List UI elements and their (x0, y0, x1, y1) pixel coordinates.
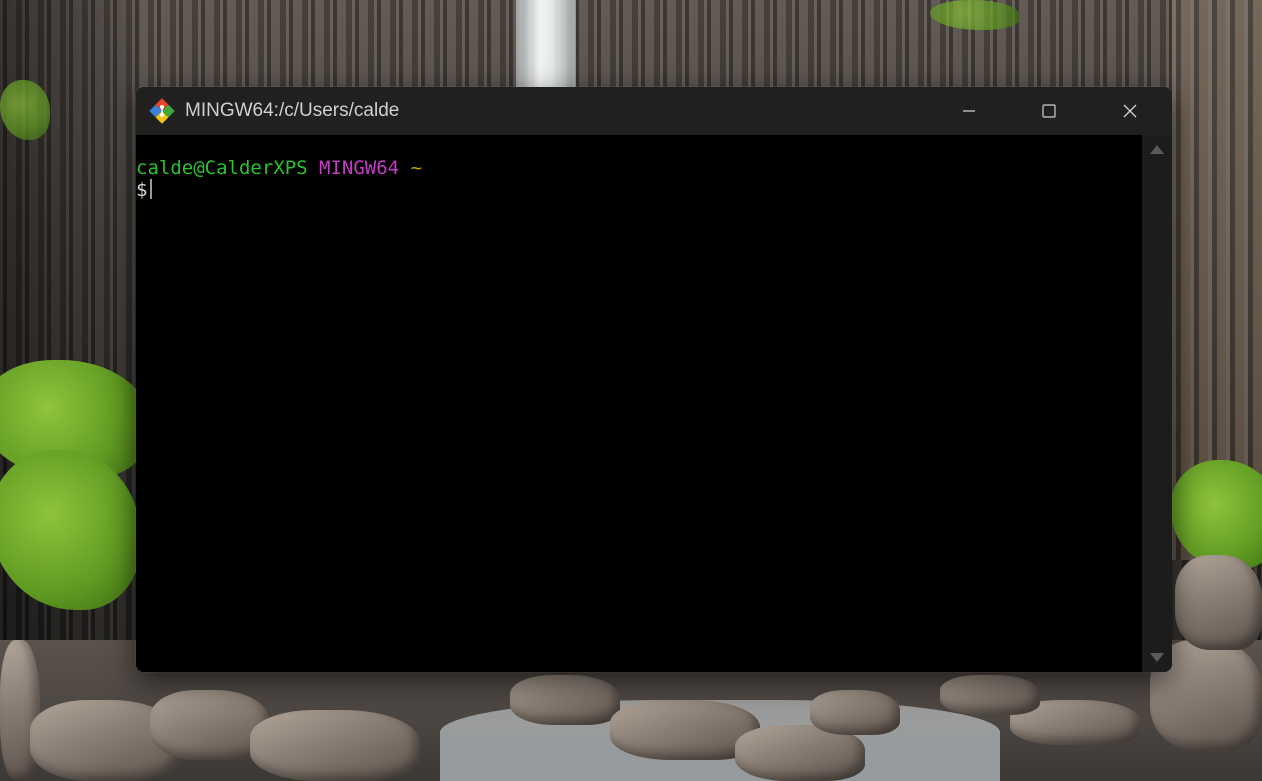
prompt-symbol: $ (136, 179, 148, 201)
chevron-up-icon[interactable] (1150, 145, 1164, 154)
minimize-button[interactable] (929, 87, 1009, 135)
prompt-user: calde@CalderXPS (136, 157, 308, 179)
input-line[interactable]: $ (136, 179, 1142, 201)
text-cursor (150, 179, 153, 199)
maximize-button[interactable] (1009, 87, 1089, 135)
window-title: MINGW64:/c/Users/calde (185, 100, 400, 121)
title-bar[interactable]: MINGW64:/c/Users/calde (136, 87, 1172, 135)
git-bash-icon (148, 97, 176, 125)
minimize-icon (963, 110, 975, 112)
prompt-directory: ~ (410, 157, 423, 179)
maximize-icon (1042, 104, 1056, 118)
vertical-scrollbar[interactable] (1142, 135, 1172, 672)
prompt-system: MINGW64 (319, 157, 400, 179)
close-button[interactable] (1090, 87, 1170, 135)
waterfall (516, 0, 576, 90)
terminal-output[interactable]: calde@CalderXPS MINGW64 ~ $ (136, 135, 1142, 672)
chevron-down-icon[interactable] (1150, 653, 1164, 662)
terminal-window[interactable]: MINGW64:/c/Users/calde calde@CalderXPS M… (136, 87, 1172, 672)
close-icon (1123, 104, 1137, 118)
prompt-line: calde@CalderXPS MINGW64 ~ (136, 157, 1142, 179)
